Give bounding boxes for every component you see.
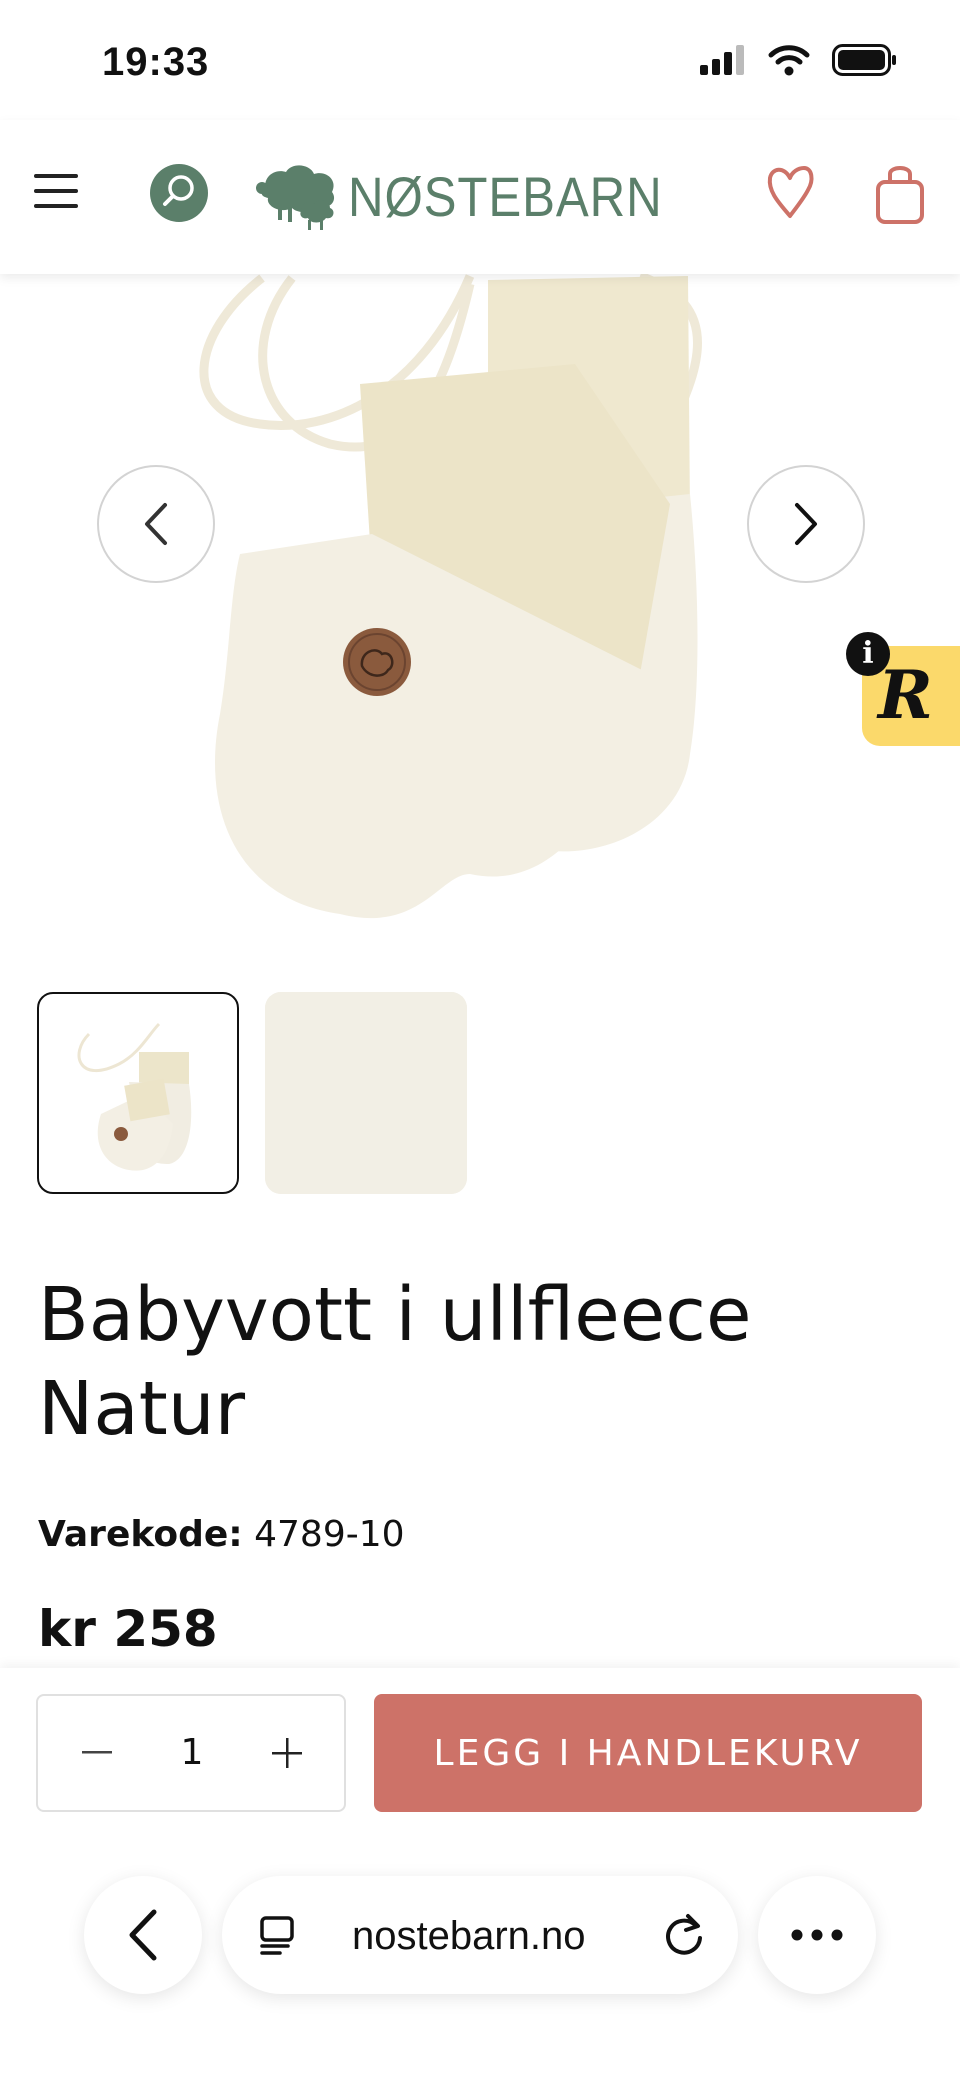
chevron-left-icon — [145, 503, 167, 545]
thumbnail-2[interactable] — [265, 992, 467, 1194]
brand-logo[interactable]: NØSTEBARN — [256, 156, 706, 236]
logo-text: NØSTEBARN — [348, 164, 663, 228]
chevron-left-icon — [129, 1909, 157, 1961]
quantity-increase-button[interactable] — [254, 1720, 320, 1786]
signal-icon — [700, 45, 744, 75]
url-text: nostebarn.no — [352, 1914, 586, 1958]
product-image — [199, 274, 702, 919]
tabs-icon — [260, 1916, 294, 1955]
product-title-line1: Babyvott i ullfleece — [38, 1272, 752, 1358]
info-icon[interactable]: i — [846, 632, 890, 676]
minus-icon — [82, 1751, 112, 1754]
shopping-bag-icon — [876, 166, 924, 224]
status-time: 19:33 — [102, 40, 210, 84]
cart-button[interactable] — [874, 162, 926, 231]
quantity-value[interactable]: 1 — [148, 1732, 236, 1773]
browser-toolbar: nostebarn.no — [0, 1860, 960, 2078]
thumbnail-1[interactable] — [37, 992, 239, 1194]
thumbnail-fabric-image — [265, 992, 467, 1194]
search-icon — [163, 175, 194, 206]
address-bar[interactable]: nostebarn.no — [222, 1876, 738, 1994]
wifi-icon — [768, 45, 810, 76]
menu-button[interactable] — [34, 174, 78, 210]
reviews-logo-icon: R — [878, 656, 933, 734]
sku-value: 4789-10 — [254, 1514, 405, 1555]
thumbnail-mitten-image — [77, 1022, 192, 1171]
add-to-cart-button[interactable]: LEGG I HANDLEKURV — [374, 1694, 922, 1812]
product-image-gallery[interactable] — [0, 274, 960, 934]
reload-icon[interactable] — [662, 1912, 706, 1958]
sku-label: Varekode: — [38, 1514, 243, 1555]
gallery-prev-button[interactable] — [97, 465, 215, 583]
site-header: NØSTEBARN — [0, 120, 960, 274]
chevron-right-icon — [795, 503, 817, 545]
quantity-stepper: 1 — [36, 1694, 346, 1812]
menu-icon — [34, 174, 78, 178]
plus-icon — [272, 1738, 302, 1768]
wishlist-button[interactable] — [764, 162, 816, 227]
browser-back-button[interactable] — [84, 1876, 202, 1994]
product-title: Babyvott i ullfleece Natur — [38, 1268, 918, 1456]
status-icons — [700, 44, 898, 76]
heart-icon — [767, 166, 814, 218]
more-icon — [791, 1929, 843, 1941]
quantity-decrease-button[interactable] — [64, 1720, 130, 1786]
battery-icon — [832, 44, 896, 76]
browser-more-button[interactable] — [758, 1876, 876, 1994]
product-title-line2: Natur — [38, 1366, 246, 1452]
product-price: kr 258 — [38, 1600, 218, 1658]
status-bar: 19:33 — [0, 0, 960, 120]
search-button[interactable] — [150, 164, 208, 222]
product-sku: Varekode: 4789-10 — [38, 1514, 405, 1555]
gallery-next-button[interactable] — [747, 465, 865, 583]
sheep-logo-icon — [256, 165, 335, 230]
